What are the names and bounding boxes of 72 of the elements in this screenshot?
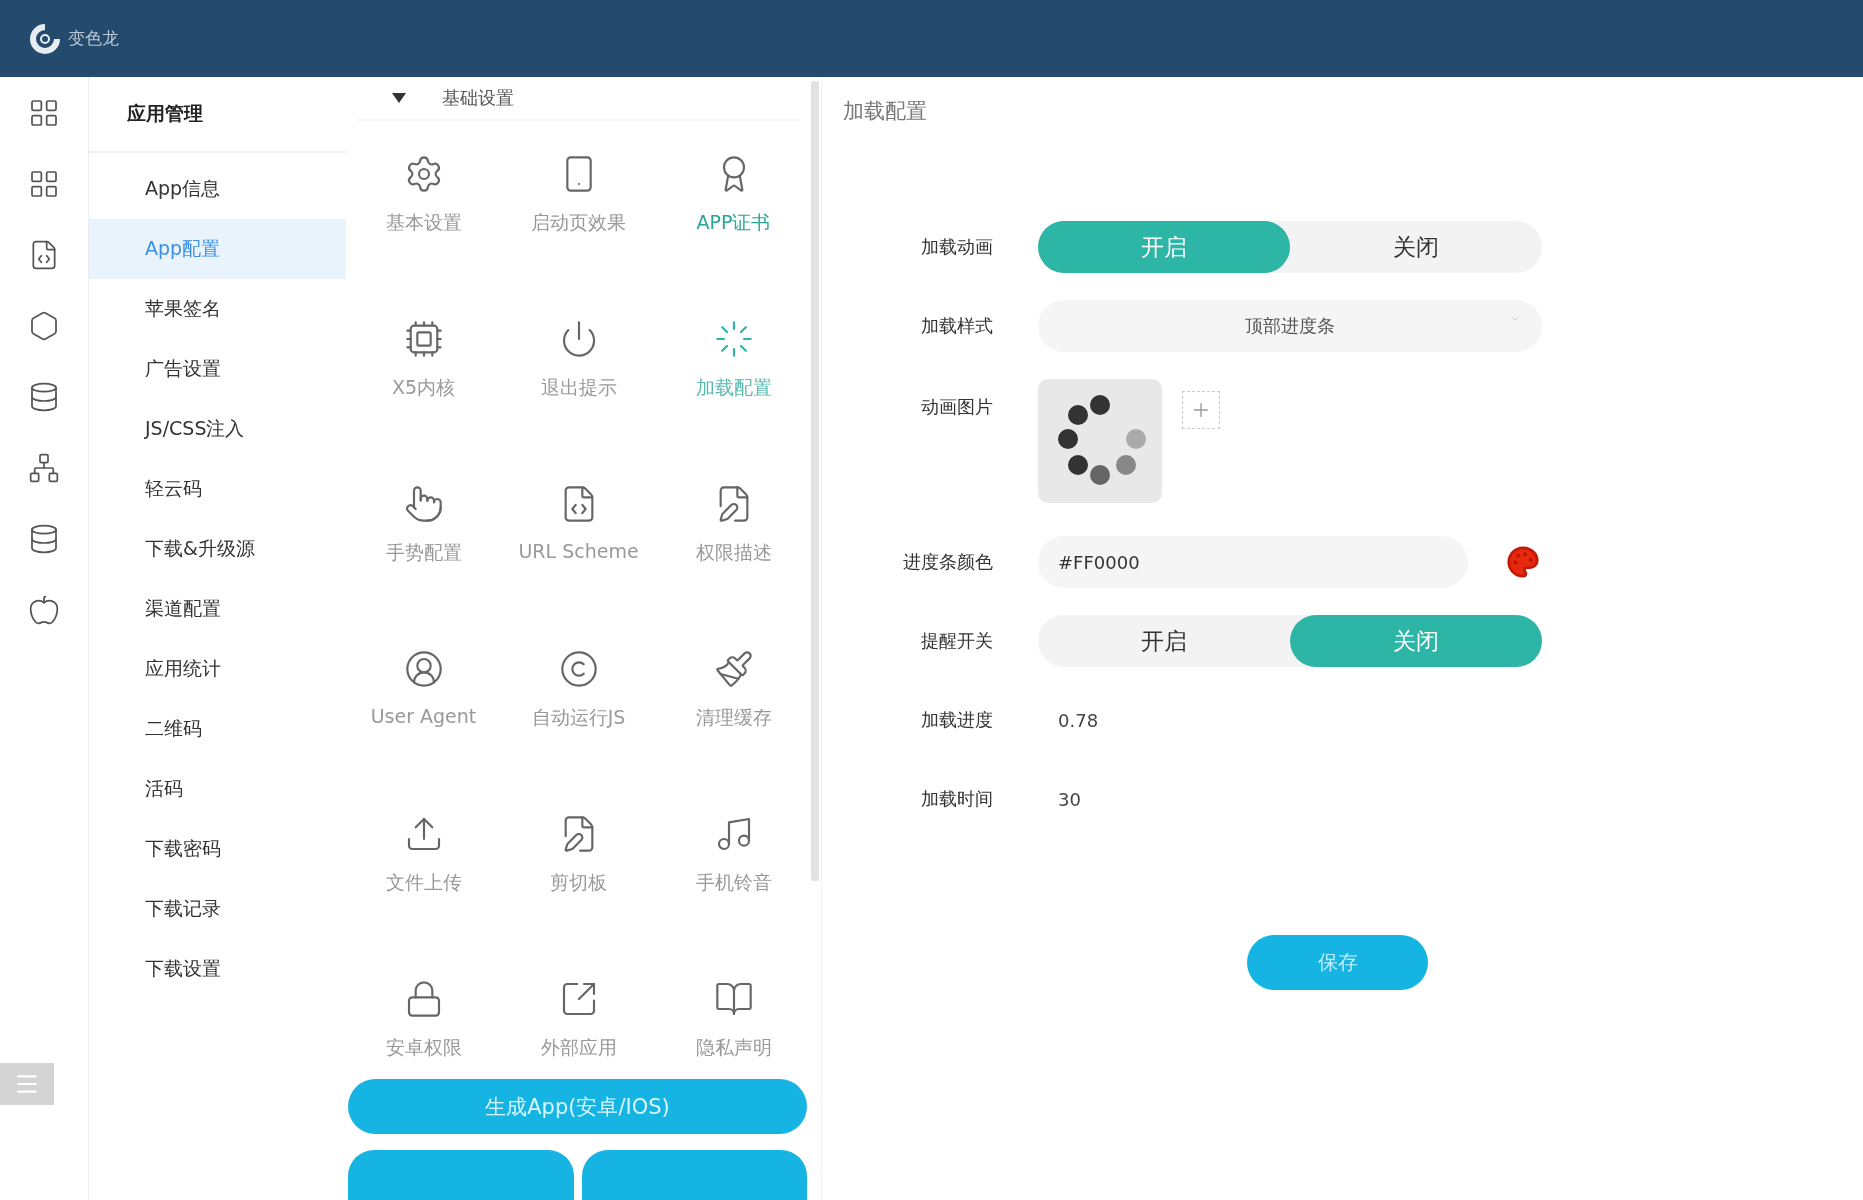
field-label: 加载样式	[920, 314, 993, 338]
palette-icon[interactable]	[1506, 545, 1540, 579]
menu-item[interactable]: 二维码	[89, 699, 346, 759]
feature-label[interactable]: 安卓权限	[385, 1035, 462, 1061]
feature-label[interactable]: 文件上传	[385, 870, 462, 896]
color-input[interactable]: #FF0000	[1038, 536, 1468, 588]
menu-item[interactable]: 活码	[89, 759, 346, 819]
panel-title: 加载配置	[842, 98, 928, 125]
field-label: 进度条颜色	[902, 550, 993, 574]
menu-title: 应用管理	[89, 77, 346, 153]
database-icon[interactable]	[28, 381, 60, 413]
menu-item[interactable]: 渠道配置	[89, 579, 346, 639]
feature-label[interactable]: 手势配置	[385, 540, 462, 566]
chameleon-logo-icon	[28, 21, 62, 56]
feature-label[interactable]: User Agent	[370, 705, 477, 727]
apple-icon[interactable]	[28, 594, 60, 626]
field-value: 30	[1057, 788, 1081, 810]
feature-label[interactable]: 隐私声明	[695, 1035, 772, 1061]
feature-label[interactable]: APP证书	[696, 210, 771, 236]
generate-app-button[interactable]: 生成App(安卓/IOS)	[348, 1079, 807, 1134]
database-icon[interactable]	[28, 523, 60, 555]
pointer-hand-icon[interactable]	[403, 484, 444, 524]
feature-label[interactable]: 启动页效果	[531, 210, 626, 236]
field-label: 动画图片	[920, 395, 993, 419]
menu-item[interactable]: 下载记录	[89, 879, 346, 939]
feature-label[interactable]: 手机铃音	[695, 870, 772, 896]
style-select[interactable]: 顶部进度条	[1038, 300, 1542, 352]
feature-label[interactable]: 权限描述	[695, 540, 772, 566]
field-value: 0.78	[1057, 709, 1099, 731]
feature-label[interactable]: 剪切板	[550, 870, 607, 896]
menu-item[interactable]: App配置	[89, 219, 346, 279]
brush-icon[interactable]	[713, 649, 754, 689]
grid-icon[interactable]	[28, 168, 60, 200]
feature-label[interactable]: 清理缓存	[695, 705, 772, 731]
network-icon[interactable]	[28, 452, 60, 484]
feature-label[interactable]: 外部应用	[540, 1035, 617, 1061]
section-title: 基础设置	[442, 86, 514, 110]
menu-item[interactable]: App信息	[89, 159, 346, 219]
menu-toggle-button[interactable]	[0, 1063, 54, 1105]
toggle-option[interactable]: 开启	[1038, 615, 1290, 667]
feature-label[interactable]: X5内核	[391, 375, 456, 401]
feature-label[interactable]: URL Scheme	[518, 540, 639, 562]
collapse-triangle-icon[interactable]	[392, 93, 406, 103]
menu-item[interactable]: 下载设置	[89, 939, 346, 999]
feature-label[interactable]: 退出提示	[540, 375, 617, 401]
toggle-option[interactable]: 关闭	[1290, 221, 1542, 273]
menu-item[interactable]: 广告设置	[89, 339, 346, 399]
field-label: 加载进度	[920, 708, 993, 732]
feature-label[interactable]: 加载配置	[695, 375, 772, 401]
menu-item[interactable]: 应用统计	[89, 639, 346, 699]
caret-icon	[1510, 314, 1520, 324]
chip-icon[interactable]	[403, 319, 444, 359]
hexagon-icon[interactable]	[28, 310, 60, 342]
app-name: 变色龙	[68, 27, 119, 50]
scrollbar[interactable]	[811, 81, 819, 881]
toggle-option[interactable]: 关闭	[1290, 615, 1542, 667]
field-label: 加载时间	[920, 787, 993, 811]
grid-icon[interactable]	[28, 97, 60, 129]
save-button[interactable]: 保存	[1247, 935, 1428, 990]
menu-item[interactable]: JS/CSS注入	[89, 399, 346, 459]
feature-label[interactable]: 基本设置	[385, 210, 462, 236]
loader-icon[interactable]	[713, 319, 754, 359]
menu-item[interactable]: 轻云码	[89, 459, 346, 519]
field-label: 加载动画	[920, 235, 993, 259]
toggle-option[interactable]: 开启	[1038, 221, 1290, 273]
user-circle-icon[interactable]	[403, 649, 444, 689]
feature-label[interactable]: 自动运行JS	[531, 705, 626, 731]
menu-item[interactable]: 下载密码	[89, 819, 346, 879]
copyright-icon[interactable]	[558, 649, 599, 689]
field-label: 提醒开关	[920, 629, 993, 653]
menu-item[interactable]: 下载&升级源	[89, 519, 346, 579]
menu-item[interactable]: 苹果签名	[89, 279, 346, 339]
